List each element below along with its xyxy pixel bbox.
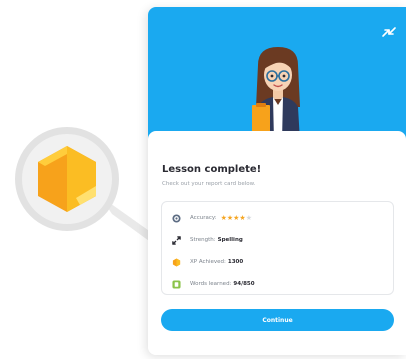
continue-button[interactable]: Continue: [161, 309, 394, 331]
stat-row-strength: Strength: Spelling: [172, 233, 243, 247]
target-icon: [172, 213, 181, 223]
book-icon: [172, 279, 181, 289]
stat-row-words: Words learned: 94/850: [172, 277, 255, 291]
expand-arrows-icon: [172, 235, 181, 245]
stat-row-accuracy: Accuracy: ★★★★★: [172, 211, 252, 225]
report-card: Lesson complete! Check out your report c…: [148, 131, 406, 355]
strength-value: Spelling: [217, 237, 243, 243]
stat-row-xp: XP Achieved: 1300: [172, 255, 243, 269]
accuracy-stars: ★★★★★: [221, 214, 252, 222]
lesson-screen: Lesson complete! Check out your report c…: [148, 7, 406, 355]
page-title: Lesson complete!: [162, 164, 262, 175]
strength-label: Strength:: [190, 237, 216, 243]
page: Lesson complete! Check out your report c…: [0, 0, 406, 359]
teacher-avatar: [252, 47, 300, 141]
hexagon-xp-magnified-icon: [38, 146, 96, 212]
stats-panel: Accuracy: ★★★★★ Strength: Spelling XP Ac…: [161, 201, 394, 295]
stars-empty: ★: [245, 214, 252, 222]
hexagon-xp-icon: [172, 257, 181, 267]
xp-value: 1300: [227, 259, 244, 265]
accuracy-label: Accuracy:: [190, 215, 217, 221]
swap-arrows-icon[interactable]: [380, 25, 396, 41]
page-subtitle: Check out your report card below.: [162, 181, 256, 187]
xp-label: XP Achieved:: [190, 259, 226, 265]
words-label: Words learned:: [190, 281, 232, 287]
words-value: 94/850: [233, 281, 255, 287]
stars-filled: ★★★★: [220, 214, 246, 222]
